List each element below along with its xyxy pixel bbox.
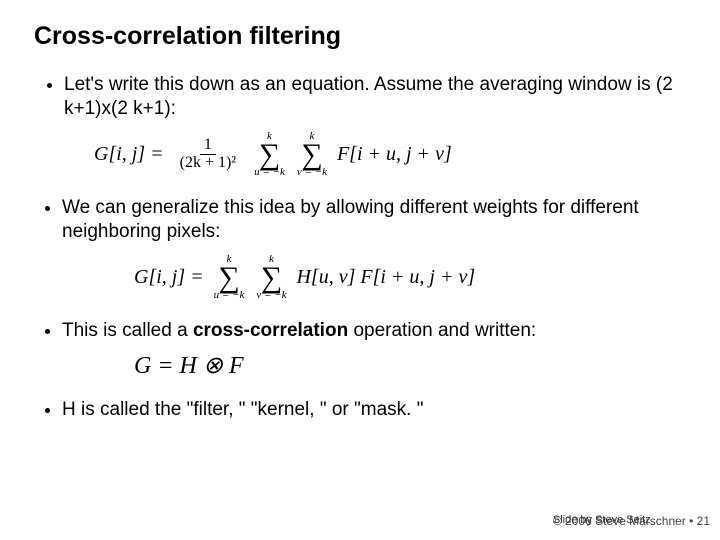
bullet-1: Let's write this down as an equation. As… [64, 73, 686, 121]
frac-num: 1 [200, 137, 216, 155]
bullet-3: This is called a cross-correlation opera… [62, 319, 686, 343]
formula-2-rhs: H[u, v] F[i + u, j + v] [296, 266, 475, 289]
sum-lower: u = −k [214, 290, 245, 301]
formula-3: G = H ⊗ F [134, 351, 686, 380]
formula-2-lhs: G[i, j] = [134, 266, 204, 289]
sigma-icon: ∑ [261, 265, 282, 291]
slide-title: Cross-correlation filtering [34, 22, 686, 51]
formula-2-sum-u: k ∑ u = −k [214, 254, 245, 302]
bullet-3-suffix: operation and written: [348, 320, 536, 341]
slide-footer: Slide by Steve Seitz © 2006 Steve Marsch… [553, 515, 710, 528]
frac-den: (2k + 1)² [176, 155, 240, 172]
formula-1-fraction: 1 (2k + 1)² [176, 137, 240, 172]
sum-lower: v = −k [256, 290, 286, 301]
bullet-3-prefix: This is called a [62, 320, 193, 341]
bullet-list: Let's write this down as an equation. As… [34, 73, 686, 121]
bullet-list-inner-1: We can generalize this idea by allowing … [34, 196, 686, 244]
formula-1: G[i, j] = 1 (2k + 1)² k ∑ u = −k k ∑ v =… [94, 131, 686, 179]
sigma-icon: ∑ [259, 142, 280, 168]
bullet-4: H is called the "filter, " "kernel, " or… [62, 398, 686, 422]
sum-lower: u = −k [254, 167, 285, 178]
sigma-icon: ∑ [218, 265, 239, 291]
sigma-icon: ∑ [301, 142, 322, 168]
formula-1-sum-u: k ∑ u = −k [254, 131, 285, 179]
formula-2: G[i, j] = k ∑ u = −k k ∑ v = −k H[u, v] … [134, 254, 686, 302]
formula-2-sum-v: k ∑ v = −k [256, 254, 286, 302]
footer-overlay: Slide by Steve Seitz [553, 514, 651, 526]
bullet-list-inner-3: H is called the "filter, " "kernel, " or… [34, 398, 686, 422]
formula-1-sum-v: k ∑ v = −k [297, 131, 327, 179]
bullet-list-inner-2: This is called a cross-correlation opera… [34, 319, 686, 343]
formula-1-rhs: F[i + u, j + v] [337, 143, 452, 166]
bullet-3-bold: cross-correlation [193, 320, 348, 341]
bullet-2: We can generalize this idea by allowing … [62, 196, 686, 244]
formula-1-lhs: G[i, j] = [94, 143, 164, 166]
sum-lower: v = −k [297, 167, 327, 178]
